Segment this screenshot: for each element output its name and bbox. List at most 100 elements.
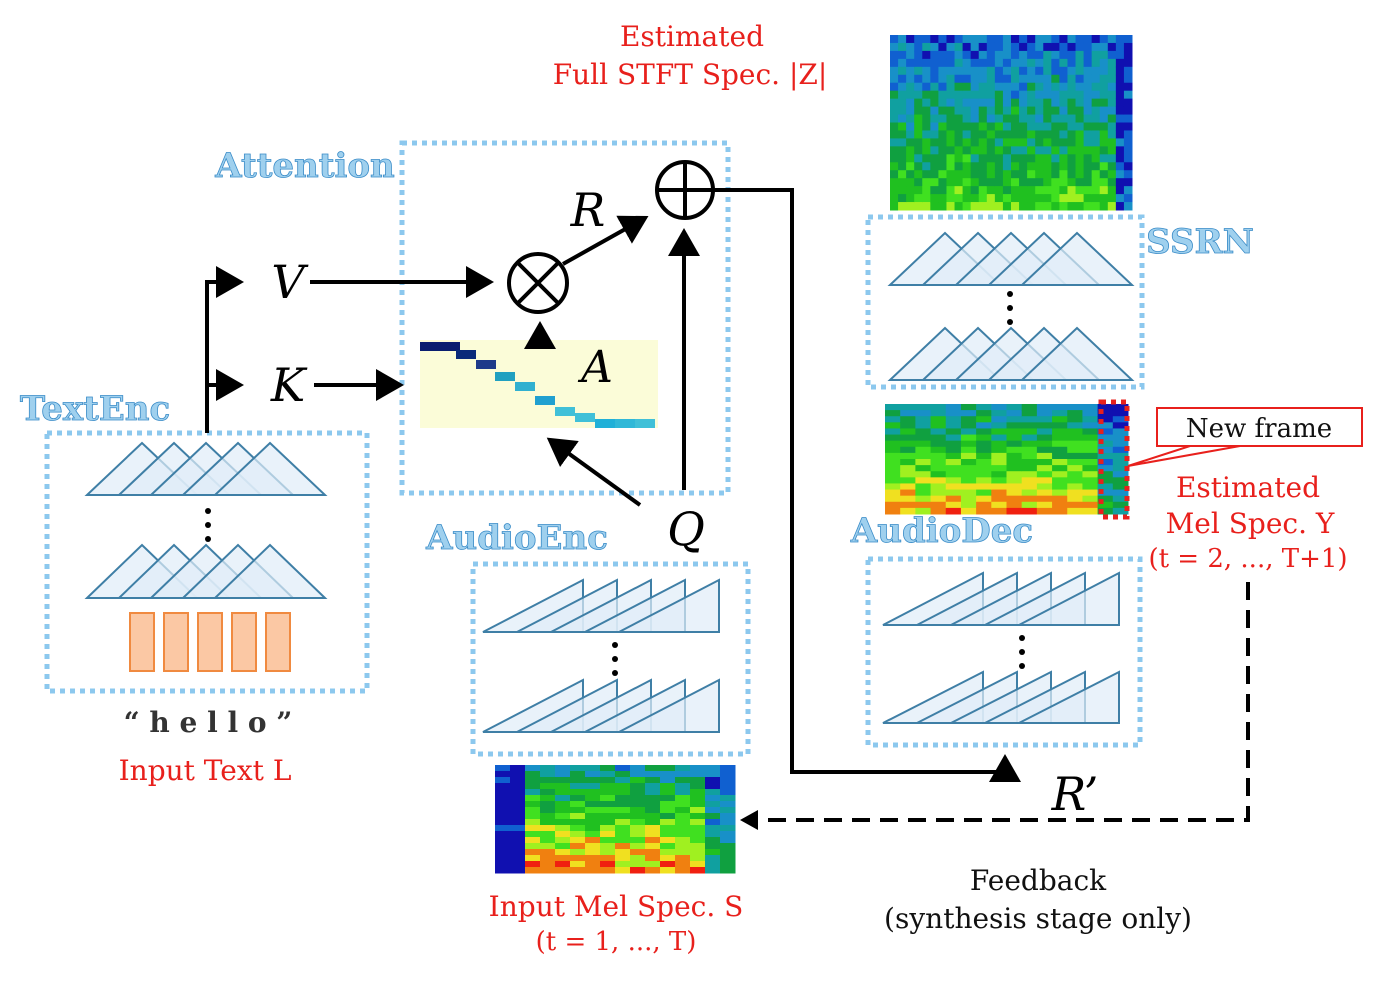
spectrogram-cell xyxy=(585,777,601,784)
spectrogram-cell xyxy=(1011,130,1020,139)
spectrogram-cell xyxy=(1006,440,1023,448)
spectrogram-cell xyxy=(898,50,907,60)
spectrogram-cell xyxy=(885,428,901,436)
spectrogram-cell xyxy=(720,861,736,868)
spectrogram-cell xyxy=(1006,465,1023,472)
spectrogram-cell xyxy=(1021,434,1038,442)
spectrogram-cell xyxy=(1002,106,1012,116)
spectrogram-cell xyxy=(954,178,964,187)
spectrogram-cell xyxy=(1002,114,1012,123)
audiodec-label: AudioDec xyxy=(850,511,1033,551)
spectrogram-cell xyxy=(922,146,931,155)
spectrogram-cell xyxy=(1107,162,1117,171)
spectrogram-cell xyxy=(690,825,706,832)
spectrogram-cell xyxy=(960,465,977,472)
spectrogram-cell xyxy=(585,783,601,790)
spectrogram-cell xyxy=(1067,90,1077,100)
spectrogram-cell xyxy=(1036,459,1053,466)
spectrogram-cell xyxy=(660,813,676,820)
spectrogram-cell xyxy=(1036,440,1053,448)
spectrogram-cell xyxy=(1006,410,1023,417)
spectrogram-cell xyxy=(1002,90,1012,100)
spectrogram-cell xyxy=(1011,194,1020,203)
spectrogram-cell xyxy=(1035,90,1044,100)
spectrogram-cell xyxy=(922,58,931,68)
spectrogram-cell xyxy=(510,807,526,814)
spectrogram-cell xyxy=(1043,138,1052,147)
attention-weight xyxy=(476,360,496,369)
spectrogram-cell xyxy=(900,477,916,484)
spectrogram-cell xyxy=(945,495,962,503)
spectrogram-cell xyxy=(898,42,907,52)
spectrogram-cell xyxy=(906,35,915,44)
spectrogram-cell xyxy=(962,50,972,60)
spectrogram-cell xyxy=(906,90,915,100)
spectrogram-cell xyxy=(906,170,915,179)
spectrogram-cell xyxy=(1082,471,1099,478)
spectrogram-cell xyxy=(946,146,956,155)
spectrogram-cell xyxy=(994,66,1004,76)
spectrogram-cell xyxy=(1112,410,1129,417)
spectrogram-cell xyxy=(1011,162,1020,171)
spectrogram-cell xyxy=(1036,422,1053,429)
spectrogram-cell xyxy=(906,154,915,163)
spectrogram-cell xyxy=(1083,98,1093,108)
spectrogram-cell xyxy=(1043,146,1052,155)
spectrogram-cell xyxy=(1067,465,1083,472)
spectrogram-cell xyxy=(1107,202,1117,211)
spectrogram-cell xyxy=(570,789,586,796)
spectrogram-cell xyxy=(1099,138,1109,147)
est-mel-label-line2: Mel Spec. Y xyxy=(1166,507,1335,540)
spectrogram-cell xyxy=(1083,35,1093,44)
spectrogram-cell xyxy=(1035,74,1044,84)
spectrogram-cell xyxy=(991,495,1007,503)
spectrogram-cell xyxy=(645,819,661,826)
spectrogram-cell xyxy=(930,106,939,116)
spectrogram-cell xyxy=(922,42,931,52)
spectrogram-cell xyxy=(1083,178,1093,187)
spectrogram-cell xyxy=(1006,459,1023,466)
spectrogram-cell xyxy=(906,194,915,203)
spectrogram-cell xyxy=(1035,154,1044,163)
spectrogram-cell xyxy=(1011,170,1020,179)
spectrogram-cell xyxy=(978,170,988,179)
spectrogram-cell xyxy=(1002,122,1012,131)
spectrogram-cell xyxy=(1002,202,1012,211)
spectrogram-cell xyxy=(954,50,964,60)
spectrogram-cell xyxy=(660,771,676,778)
spectrogram-cell xyxy=(645,843,661,850)
spectrogram-cell xyxy=(960,422,977,429)
textenc-ellipsis xyxy=(205,508,211,542)
spectrogram-cell xyxy=(600,789,616,796)
spectrogram-cell xyxy=(525,825,541,832)
spectrogram-cell xyxy=(555,825,571,832)
spectrogram-cell xyxy=(660,807,676,814)
spectrogram-cell xyxy=(906,50,915,60)
spectrogram-cell xyxy=(1115,138,1125,147)
spectrogram-cell xyxy=(690,807,706,814)
spectrogram-cell xyxy=(585,825,601,832)
spectrogram-cell xyxy=(1123,162,1133,171)
spectrogram-cell xyxy=(1123,58,1133,68)
spectrogram-cell xyxy=(660,819,676,826)
input-text-hello: “ h e l l o ” xyxy=(124,706,293,739)
spectrogram-cell xyxy=(1099,130,1109,139)
spectrogram-cell xyxy=(1051,154,1060,163)
spectrogram-cell xyxy=(600,849,616,856)
spectrogram-cell xyxy=(994,170,1004,179)
spectrogram-cell xyxy=(585,819,601,826)
spectrogram-cell xyxy=(962,66,972,76)
spectrogram-cell xyxy=(615,771,631,778)
spectrogram-cell xyxy=(630,837,646,844)
spectrogram-cell xyxy=(978,50,988,60)
spectrogram-cell xyxy=(660,795,676,802)
spectrogram-cell xyxy=(1123,146,1133,155)
spectrogram-cell xyxy=(994,35,1004,44)
spectrogram-cell xyxy=(1051,202,1060,211)
spectrogram-cell xyxy=(1123,170,1133,179)
spectrogram-cell xyxy=(1115,74,1125,84)
ssrn-ellipsis xyxy=(1007,291,1013,325)
spectrogram-cell xyxy=(898,194,907,203)
spectrogram-cell xyxy=(1036,489,1053,497)
spectrogram-cell xyxy=(946,162,956,171)
